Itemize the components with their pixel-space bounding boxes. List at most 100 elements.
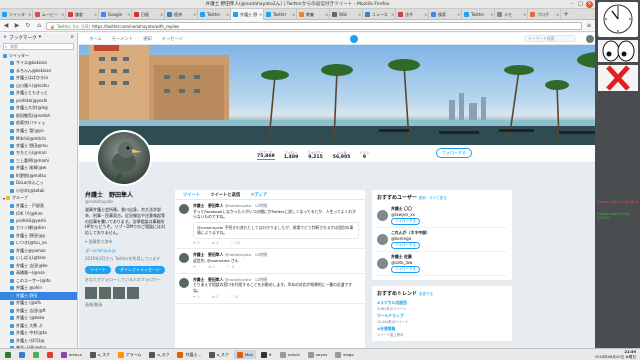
trend-item[interactable]: #台風情報 ツイート急上昇中 [377,326,507,337]
bookmark-item[interactable]: 弁護士@yamao [0,247,77,255]
nav-home[interactable]: ホーム [89,36,102,42]
taskbar-item[interactable]: xlogo [332,350,357,359]
tab-close-icon[interactable]: × [193,12,197,17]
bookmark-item[interactable]: 弁護士 尾崎(@w [0,165,77,173]
bookmark-item[interactable]: 前田敬吾(@nodah [0,112,77,120]
tweet-avatar[interactable] [179,277,189,288]
profile-stat[interactable]: ツイート 75,869 [257,149,275,160]
bookmark-item[interactable]: 高橋隆一(@nsa [0,270,77,278]
trend-item[interactable]: ワールドカップ 12,400件のツイート [377,313,507,324]
browser-tab[interactable]: 日経 × [132,9,165,20]
browser-tab[interactable]: Twitter × [462,9,495,20]
minimize-button[interactable]: – [568,1,575,8]
browser-tab[interactable]: ムービー × [33,9,66,20]
bookmark-item[interactable]: ツイッター [0,52,77,60]
bookmark-item[interactable]: 弁護士ともきっと [0,90,77,98]
bookmark-item[interactable]: 弁護士 (@koka [0,315,77,323]
tab-close-icon[interactable]: × [358,12,362,17]
tweet-item[interactable]: 弁護士 野田隼人 @nodahayato · 12時間 ずっとFacebookしな… [175,200,365,249]
tweet-author[interactable]: 弁護士 野田隼人 [193,252,223,257]
suggested-user[interactable]: 弁護士 佐藤 @sato_law フォローする [377,252,507,276]
tab-close-icon[interactable]: × [556,12,560,17]
bookmark-item[interactable]: 小谷木(@kotak [0,187,77,195]
bookmark-item[interactable]: 町野航(@matsu [0,172,77,180]
taskbar-item[interactable]: xeyes [305,350,330,359]
taskbar-item[interactable]: ft [258,350,275,359]
bookmark-item[interactable]: 弁護士 野田@mu [0,142,77,150]
nav-moments[interactable]: モーメント [112,36,133,42]
close-button[interactable]: × [586,1,593,8]
like-icon[interactable]: ♡ 9 [231,294,238,300]
bookmark-item[interactable]: 弁護士はばひろ(a [0,75,77,83]
browser-tab[interactable]: Google × [99,9,132,20]
profile-stat[interactable]: フォロー 1,489 [284,150,299,160]
suggested-user[interactable]: 弁護士 〇〇 @lawyer_xx フォローする [377,204,507,228]
tab-close-icon[interactable]: × [490,12,494,17]
bookmark-item[interactable]: いつき(@tsu_na [0,240,77,248]
like-icon[interactable]: ♡ 3 [227,264,234,270]
bookmark-item[interactable]: ちちとら(@mari [0,150,77,158]
tab-close-icon[interactable]: × [160,12,164,17]
tweet-author[interactable]: 弁護士 野田隼人 [193,203,223,208]
tab-close-icon[interactable]: × [28,12,32,17]
bookmark-item[interactable]: このユーザー(@ito [0,277,77,285]
browser-tab[interactable]: 経済 × [165,9,198,20]
browser-tab[interactable]: 弁護士 野 × [231,9,264,20]
suggested-follow-button[interactable]: フォローする [391,242,420,249]
menu-icon[interactable]: ≡ [585,22,593,30]
twitter-bird-icon[interactable] [349,34,358,43]
nav-notifications[interactable]: 通知 [143,36,152,42]
media-thumb[interactable] [85,286,97,299]
chevron-down-icon[interactable]: ▾ [39,35,41,40]
direct-message-button[interactable]: ダイレクトメッセージ [115,265,165,274]
taskbar-item[interactable]: Moz [233,350,256,359]
browser-tab[interactable]: ニュース × [363,9,396,20]
bookmark-item[interactable]: Mitchi(@mitchi [0,135,77,143]
bookmark-item[interactable]: 弁護士 吉田(@ft [0,307,77,315]
retweet-icon[interactable]: ⇄ 2 [212,294,219,300]
tab-close-icon[interactable]: × [127,12,131,17]
browser-tab[interactable]: メモ × [495,9,528,20]
suggested-user-avatar[interactable] [377,210,388,221]
browser-tab[interactable]: 検索 × [429,9,462,20]
bookmark-item[interactable]: まろんん@kokisan [0,67,77,75]
browser-tab[interactable]: 法令 × [396,9,429,20]
timeline-tab[interactable]: メディア [250,192,267,198]
tweet-item[interactable]: 弁護士 野田隼人 @nodahayato · 12時間 とりあえず相談の窓口を利用… [175,274,365,304]
folder-expand-icon[interactable]: ▾ [3,196,5,201]
taskbar-item[interactable]: emacs [58,350,85,359]
media-thumb[interactable] [127,286,139,299]
tweet-avatar[interactable] [179,204,189,214]
suggested-follow-button[interactable]: フォローする [391,218,420,225]
taskbar-item[interactable] [44,350,56,359]
bookmark-folder[interactable]: ▾ グループ [0,195,77,203]
bookmark-item[interactable]: 前東京(バティェ [0,120,77,128]
bookmark-item[interactable]: サイエ@kokisan [0,60,77,68]
tweet-avatar[interactable] [179,253,189,263]
taskbar-item[interactable]: 弁護士... [174,350,203,359]
trends-change[interactable]: 変更する [419,292,433,296]
bookmark-item[interactable]: 三上重明(@mami [0,157,77,165]
timeline-tab[interactable]: ツイートと返信 [210,192,240,198]
tab-close-icon[interactable]: × [391,12,395,17]
maximize-button[interactable]: □ [577,1,584,8]
tweet-to-button[interactable]: ツイート [85,265,111,274]
bookmark-item[interactable]: 弁護士 野田(@y [0,232,77,240]
taskbar-item[interactable]: a_スク [206,350,232,359]
tab-close-icon[interactable]: × [292,12,296,17]
bookmark-item[interactable]: yoshiki(@yoshi [0,217,77,225]
url-bar[interactable]: 🔒 Twitter, Inc. (US) https://twitter.com… [46,21,582,30]
nav-messages[interactable]: メッセージ [162,36,183,42]
retweet-icon[interactable]: ⇄ 1 [208,264,215,270]
back-icon[interactable]: ◀ [2,22,10,30]
forward-icon[interactable]: ▶ [13,22,21,30]
tab-close-icon[interactable]: × [226,12,230,17]
taskbar-item[interactable]: a_スク [146,350,172,359]
bookmark-item[interactable]: 弁護士 吉田(@ke [0,262,77,270]
media-thumb[interactable] [113,286,125,299]
suggested-follow-button[interactable]: フォローする [391,266,420,273]
browser-tab[interactable]: 教養 × [297,9,330,20]
follow-button[interactable]: フォローする [436,148,472,158]
browser-tab[interactable]: 鎌倉 × [66,9,99,20]
reply-icon[interactable]: ↩ 1 [193,294,200,300]
